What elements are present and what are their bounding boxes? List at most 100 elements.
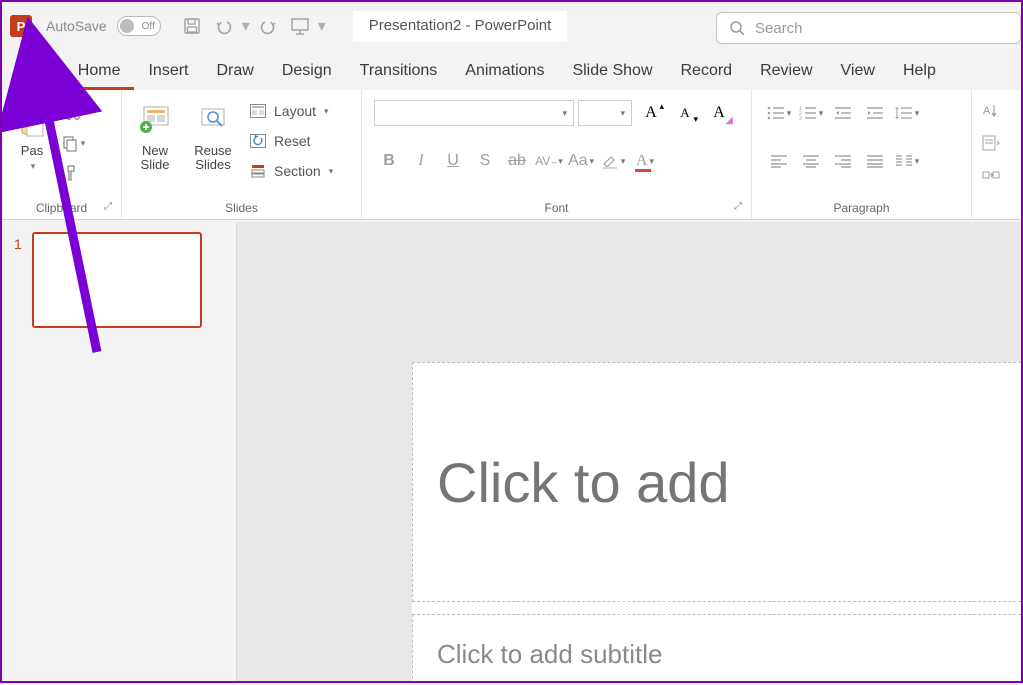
align-text-button[interactable]	[978, 130, 1004, 156]
shadow-button[interactable]: S	[470, 147, 500, 175]
subtitle-placeholder-text: Click to add subtitle	[437, 639, 662, 670]
clear-formatting-button[interactable]: A◢	[704, 99, 734, 127]
tab-slideshow[interactable]: Slide Show	[558, 54, 666, 90]
autosave-label: AutoSave	[46, 18, 107, 34]
tab-draw[interactable]: Draw	[202, 54, 267, 90]
font-group-label: Font	[544, 201, 568, 215]
character-spacing-button[interactable]: AV↔▾	[534, 147, 564, 175]
columns-button[interactable]: ▾	[892, 147, 922, 175]
italic-button[interactable]: I	[406, 147, 436, 175]
reset-button[interactable]: Reset	[244, 128, 339, 154]
section-button[interactable]: Section▾	[244, 158, 339, 184]
text-direction-button[interactable]: A	[978, 98, 1004, 124]
change-case-button[interactable]: Aa▾	[566, 147, 596, 175]
group-clipboard: Pas▾ ▾ Clipboard ⤢	[2, 90, 122, 219]
paste-label: Pas	[21, 143, 43, 158]
powerpoint-app-icon: P	[10, 15, 32, 37]
layout-label: Layout	[274, 103, 316, 119]
group-slides: New Slide Reuse Slides Layout▾	[122, 90, 362, 219]
increase-indent-button[interactable]	[860, 99, 890, 127]
group-extras: A	[972, 90, 1012, 219]
reuse-slides-label: Reuse Slides	[194, 144, 232, 173]
tab-view[interactable]: View	[827, 54, 889, 90]
save-button[interactable]	[177, 11, 207, 41]
font-color-button[interactable]: A▾	[630, 147, 660, 175]
reset-label: Reset	[274, 133, 311, 149]
slide-editor[interactable]: Click to add Click to add subtitle	[237, 222, 1021, 681]
justify-button[interactable]	[860, 147, 890, 175]
tab-review[interactable]: Review	[746, 54, 826, 90]
layout-button[interactable]: Layout▾	[244, 98, 339, 124]
document-title: Presentation2 - PowerPoint	[353, 11, 568, 42]
align-right-button[interactable]	[828, 147, 858, 175]
ribbon-tabs: File Home Insert Draw Design Transitions…	[2, 50, 1021, 90]
undo-button[interactable]	[209, 11, 239, 41]
group-paragraph: ▾ 123▾ ▾ ▾ Paragraph	[752, 90, 972, 219]
tab-home[interactable]: Home	[64, 54, 135, 90]
undo-dropdown[interactable]: ▾	[241, 11, 251, 41]
search-box[interactable]: Search	[716, 12, 1021, 44]
reset-icon	[250, 134, 268, 148]
tab-design[interactable]: Design	[268, 54, 346, 90]
align-center-button[interactable]	[796, 147, 826, 175]
copy-button[interactable]: ▾	[60, 130, 86, 156]
paste-button[interactable]: Pas▾	[8, 96, 56, 173]
highlight-button[interactable]: ▾	[598, 147, 628, 175]
highlighter-icon	[601, 152, 619, 170]
svg-text:A: A	[983, 105, 991, 117]
slide-canvas[interactable]: Click to add Click to add subtitle	[412, 362, 1021, 681]
slide-thumbnails-pane[interactable]: 1	[2, 222, 237, 681]
cut-button[interactable]	[60, 100, 86, 126]
paragraph-group-label: Paragraph	[758, 199, 965, 217]
slides-group-label: Slides	[128, 199, 355, 217]
present-dropdown[interactable]: ▾	[317, 11, 327, 41]
tab-insert[interactable]: Insert	[134, 54, 202, 90]
search-icon	[729, 20, 745, 36]
title-placeholder-text: Click to add	[437, 450, 730, 515]
tab-file[interactable]: File	[10, 54, 64, 90]
align-left-button[interactable]	[764, 147, 794, 175]
increase-font-size-button[interactable]: A▴	[636, 99, 666, 127]
decrease-font-size-button[interactable]: A▾	[670, 99, 700, 127]
numbering-button[interactable]: 123▾	[796, 99, 826, 127]
new-slide-label: New Slide	[141, 144, 170, 173]
underline-button[interactable]: U	[438, 147, 468, 175]
new-slide-button[interactable]: New Slide	[128, 96, 182, 173]
scissors-icon	[64, 104, 82, 122]
decrease-indent-button[interactable]	[828, 99, 858, 127]
redo-button[interactable]	[253, 11, 283, 41]
bullets-button[interactable]: ▾	[764, 99, 794, 127]
tab-transitions[interactable]: Transitions	[346, 54, 452, 90]
tab-record[interactable]: Record	[667, 54, 747, 90]
font-name-combo[interactable]: ▾	[374, 100, 574, 126]
autosave-toggle[interactable]: Off	[117, 16, 161, 36]
quick-access-toolbar: ▾ ▾	[177, 11, 327, 41]
search-placeholder: Search	[755, 20, 803, 37]
slide-thumb-number: 1	[14, 232, 22, 328]
group-font: ▾ ▾ A▴ A▾ A◢ B I U S ab AV↔▾ Aa▾ ▾ A▾ Fo…	[362, 90, 752, 219]
layout-icon	[250, 104, 268, 118]
section-icon	[250, 164, 268, 178]
line-spacing-button[interactable]: ▾	[892, 99, 922, 127]
bold-button[interactable]: B	[374, 147, 404, 175]
strikethrough-button[interactable]: ab	[502, 147, 532, 175]
copy-icon	[61, 134, 79, 152]
present-from-start-button[interactable]	[285, 11, 315, 41]
clipboard-group-label: Clipboard	[36, 201, 87, 215]
reuse-slides-icon	[198, 98, 228, 142]
clipboard-icon	[17, 98, 47, 142]
title-placeholder[interactable]: Click to add	[412, 362, 1021, 602]
convert-smartart-button[interactable]	[978, 162, 1004, 188]
paintbrush-icon	[64, 164, 82, 182]
reuse-slides-button[interactable]: Reuse Slides	[186, 96, 240, 173]
font-size-combo[interactable]: ▾	[578, 100, 632, 126]
slide-thumbnail-1[interactable]	[32, 232, 202, 328]
format-painter-button[interactable]	[60, 160, 86, 186]
subtitle-placeholder[interactable]: Click to add subtitle	[412, 614, 1021, 681]
autosave-toggle-state: Off	[142, 21, 155, 32]
svg-text:3: 3	[799, 116, 802, 120]
font-dialog-launcher[interactable]: ⤢	[731, 201, 745, 215]
tab-help[interactable]: Help	[889, 54, 950, 90]
tab-animations[interactable]: Animations	[451, 54, 558, 90]
clipboard-dialog-launcher[interactable]: ⤢	[101, 201, 115, 215]
